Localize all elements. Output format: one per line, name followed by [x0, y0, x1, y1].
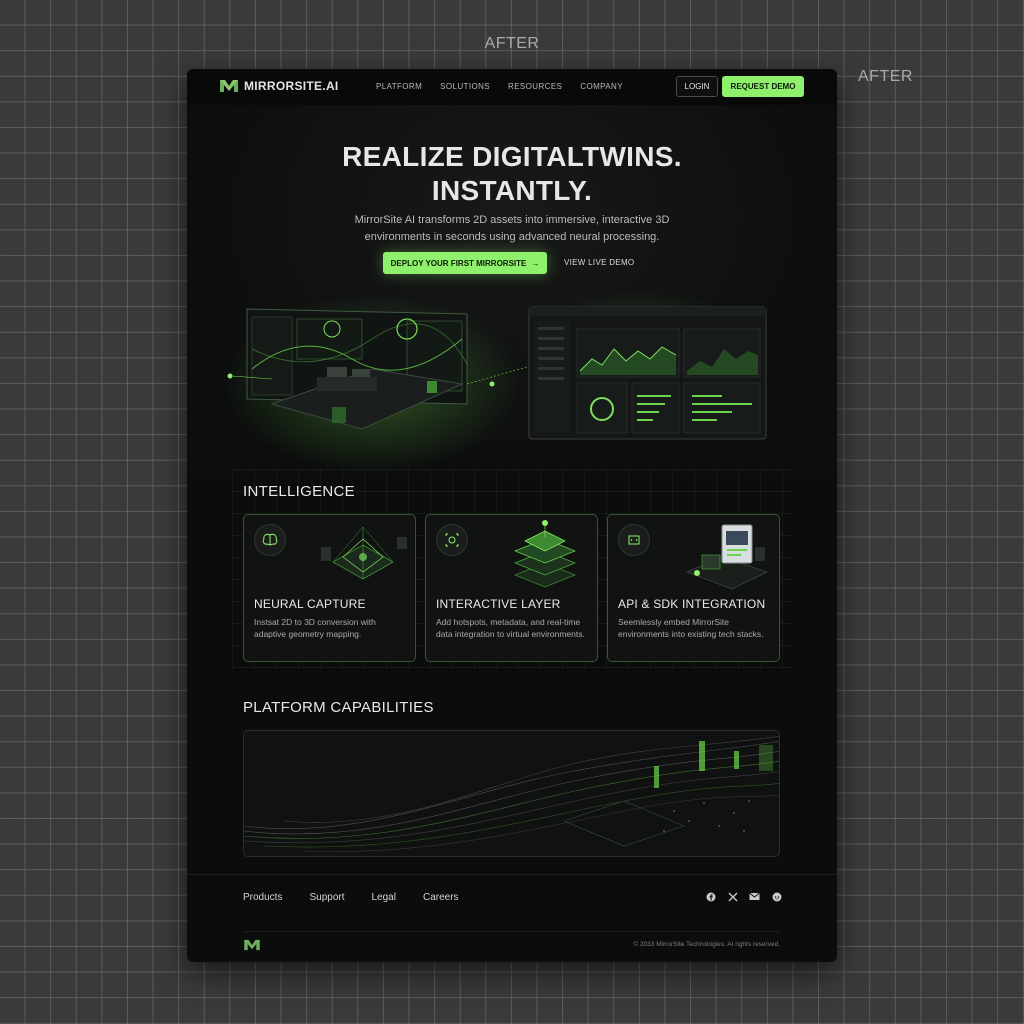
facebook-icon[interactable] — [705, 891, 716, 902]
analytics-dashboard-illustration — [528, 306, 767, 440]
api-sdk-illustration — [686, 524, 768, 590]
hero-title-line1: REALIZE DIGITALTWINS. — [342, 141, 682, 172]
neural-capture-illustration — [321, 526, 407, 580]
footer-link-careers[interactable]: Careers — [423, 892, 459, 903]
platform-capabilities-visual — [243, 730, 780, 857]
caption-after-right: AFTER — [858, 68, 913, 85]
feature-card-neural-capture[interactable]: NEURAL CAPTURE Instsat 2D to 3D conversi… — [243, 514, 416, 662]
card-description: Seemlessly embed MirrorSite environments… — [618, 617, 764, 639]
hero-subtitle: MirrorSite AI transforms 2D assets into … — [354, 214, 670, 243]
footer-bottom-divider — [243, 931, 780, 932]
data-flow-illustration — [244, 735, 779, 852]
deploy-button-label: DEPLOY YOUR FIRST MIRRORSITE — [390, 258, 527, 268]
mail-icon[interactable] — [749, 891, 760, 902]
footer-link-legal[interactable]: Legal — [372, 892, 396, 903]
footer-divider — [187, 874, 837, 875]
nav-link-company[interactable]: COMPANY — [580, 82, 623, 91]
footer-m-logo-icon[interactable] — [243, 939, 261, 951]
hero-title-line2: INSTANTLY. — [431, 175, 593, 206]
reddit-icon[interactable] — [771, 891, 782, 902]
nav-link-solutions[interactable]: SOLUTIONS — [440, 82, 490, 91]
feature-card-interactive-layer[interactable]: INTERACTIVE LAYER Add hotspots, metadata… — [425, 514, 598, 662]
card-title: NEURAL CAPTURE — [254, 597, 366, 611]
card-description: Instsat 2D to 3D conversion with adaptiv… — [254, 617, 376, 639]
social-links — [705, 891, 782, 902]
request-demo-button[interactable]: REQUEST DEMO — [722, 76, 804, 97]
x-icon[interactable] — [727, 891, 738, 902]
intelligence-title: INTELLIGENCE — [243, 483, 355, 500]
card-title: API & SDK INTEGRATION — [618, 597, 766, 611]
brand-name: MIRRORSITE.AI — [244, 79, 339, 93]
copyright-text: © 2033 MirrorSite Technologies. AI right… — [633, 941, 780, 948]
nav-link-resources[interactable]: RESOURCES — [508, 82, 562, 91]
card-title: INTERACTIVE LAYER — [436, 597, 561, 611]
hero-illustration — [222, 289, 767, 474]
platform-capabilities-title: PLATFORM CAPABILITIES — [243, 699, 434, 716]
hero-section: REALIZE DIGITALTWINS. INSTANTLY. MirrorS… — [187, 105, 837, 475]
m-logo-icon — [220, 80, 238, 92]
nav-links: PLATFORM SOLUTIONS RESOURCES COMPANY — [376, 82, 623, 91]
deploy-mirrorsite-button[interactable]: DEPLOY YOUR FIRST MIRRORSITE → — [383, 252, 547, 274]
layers-target-icon — [436, 524, 468, 556]
login-button[interactable]: LOGIN — [676, 76, 718, 97]
card-description: Add hotspots, metadata, and real-time da… — [436, 617, 585, 639]
caption-after-top: AFTER — [484, 35, 540, 52]
arrow-right-icon: → — [531, 258, 540, 268]
view-live-demo-link[interactable]: VIEW LIVE DEMO — [564, 258, 634, 267]
code-chip-icon — [618, 524, 650, 556]
footer-link-products[interactable]: Products — [243, 892, 282, 903]
interactive-layer-illustration — [514, 520, 576, 588]
brand-logo[interactable]: MIRRORSITE.AI — [219, 79, 339, 93]
landing-page: MIRRORSITE.AI PLATFORM SOLUTIONS RESOURC… — [187, 69, 837, 962]
brain-icon — [254, 524, 286, 556]
footer-link-support[interactable]: Support — [309, 892, 344, 903]
footer-links: Products Support Legal Careers — [243, 892, 459, 903]
nav-link-platform[interactable]: PLATFORM — [376, 82, 422, 91]
top-nav: MIRRORSITE.AI PLATFORM SOLUTIONS RESOURC… — [187, 69, 837, 106]
feature-card-api-sdk[interactable]: API & SDK INTEGRATION Seemlessly embed M… — [607, 514, 780, 662]
